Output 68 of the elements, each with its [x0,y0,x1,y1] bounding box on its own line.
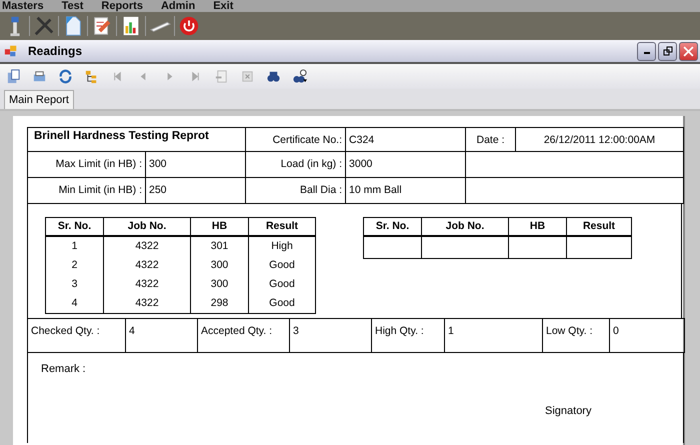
field-value: 0 [610,318,684,352]
table-cell: High [248,236,316,256]
remark-label: Remark : [41,363,86,375]
tree-icon[interactable] [84,69,99,84]
restore-button[interactable] [658,42,677,60]
field-value: C324 [346,128,466,152]
table-cell: 4 [46,294,104,314]
power-icon[interactable] [178,15,200,37]
table-cell: 4322 [104,236,190,256]
table-cell: 4322 [104,275,190,294]
column-header: HB [190,218,248,236]
restore-icon [662,46,672,56]
field-label: Max Limit (in HB) : [28,152,146,178]
signatory-label: Signatory [545,405,592,417]
column-header: HB [508,218,566,236]
close-icon [683,46,694,56]
binoculars-icon[interactable] [266,69,281,84]
field-label: Accepted Qty. : [198,318,290,352]
column-header: Job No. [104,218,190,236]
table-cell: 4322 [104,294,190,314]
field-label: High Qty. : [372,318,444,352]
column-header: Sr. No. [364,218,422,236]
field-label: Low Qty. : [542,318,610,352]
field-value: 3 [290,318,372,352]
refresh-icon[interactable] [58,69,73,84]
field-label: Min Limit (in HB) : [28,178,146,204]
menu-item[interactable]: Reports [101,0,143,12]
print-icon[interactable] [32,69,47,84]
report-title: Brinell Hardness Testing Reprot [28,128,246,152]
menu-item[interactable]: Exit [213,0,234,12]
field-value: 10 mm Ball [346,178,466,204]
field-value: 300 [146,152,246,178]
table-cell: Good [248,294,316,314]
field-label: Load (in kg) : [246,152,346,178]
field-value: 3000 [346,152,466,178]
column-header: Sr. No. [46,218,104,236]
minimize-button[interactable] [637,42,656,60]
field-value: 4 [126,318,198,352]
field-label: Certificate No.: [246,128,346,152]
column-header: Result [248,218,316,236]
table-cell: 1 [46,236,104,256]
menu-item[interactable]: Masters [2,0,44,12]
table-cell: 4322 [104,256,190,275]
table-cell: 300 [190,275,248,294]
field-label: Checked Qty. : [28,318,126,352]
column-header: Result [566,218,632,236]
menu-item[interactable]: Test [62,0,84,12]
zoom-binoculars-icon[interactable] [292,69,307,84]
field-label: Ball Dia : [246,178,346,204]
close-button[interactable] [679,42,698,60]
edit-document-icon[interactable] [91,15,113,37]
table-cell: 301 [190,236,248,256]
field-label: Date : [466,128,516,152]
field-value: 1 [444,318,542,352]
table-cell: Good [248,256,316,275]
window-title: Readings [28,44,82,58]
menu-item[interactable]: Admin [160,0,196,12]
table-cell: 2 [46,256,104,275]
table-cell: 298 [190,294,248,314]
table-cell: 3 [46,275,104,294]
export-icon[interactable] [6,69,21,84]
field-value: 26/12/2011 12:00:00AM [516,128,684,152]
table-cell: 300 [190,256,248,275]
field-value: 250 [146,178,246,204]
table-cell: Good [248,275,316,294]
app-icon [4,44,18,58]
column-header: Job No. [422,218,508,236]
report-tab[interactable]: Main Report [4,90,74,109]
